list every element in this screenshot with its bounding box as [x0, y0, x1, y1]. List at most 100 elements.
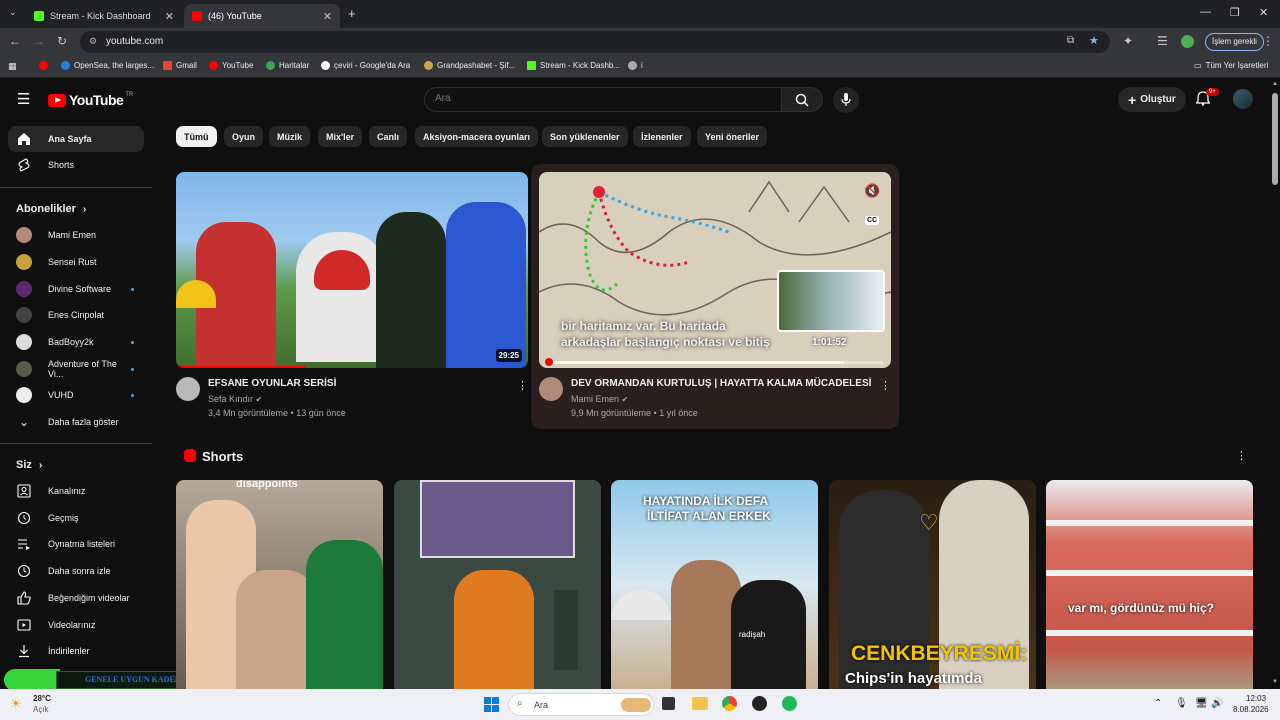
sidebar-item-shorts[interactable]: Shorts [8, 152, 144, 178]
subscriptions-heading[interactable]: Abonelikler › [16, 203, 86, 215]
video-channel[interactable]: Mami Emen ✔ [571, 394, 628, 404]
tab-youtube[interactable]: (46) YouTube ✕ [184, 4, 340, 28]
tray-overflow-icon[interactable]: ⌃ [1154, 698, 1162, 709]
taskbar-search[interactable]: ⌕ Ara [508, 693, 654, 716]
sidebar-item-liked-videos[interactable]: Beğendiğim videolar [8, 585, 144, 611]
video-menu-icon[interactable]: ⋮ [880, 379, 891, 392]
forward-icon[interactable]: → [33, 34, 45, 48]
volume-icon[interactable]: 🔊 [1211, 698, 1223, 709]
chip-gaming[interactable]: Oyun [224, 126, 264, 147]
sidebar-item-watch-later[interactable]: Daha sonra izle [8, 558, 144, 584]
bookmark-translate[interactable]: çeviri - Google'da Ara [321, 61, 410, 70]
bookmark-opensea[interactable]: OpenSea, the larges... [61, 61, 154, 70]
profile-action-chip[interactable]: İşlem gerekli [1205, 33, 1264, 51]
chip-action-adventure[interactable]: Aksiyon-macera oyunları [415, 126, 539, 147]
you-heading[interactable]: Siz › [16, 459, 42, 471]
bookmark-page[interactable]: i [628, 61, 643, 70]
shorts-menu-icon[interactable]: ⋮ [1236, 449, 1247, 462]
sidebar-show-more[interactable]: ⌄ Daha fazla göster [8, 409, 144, 435]
create-button[interactable]: + Oluştur [1118, 87, 1186, 112]
short-card-3[interactable]: HAYATINDA İLK DEFA İLTİFAT ALAN ERKEK ra… [611, 480, 818, 690]
mute-icon[interactable]: 🔇 [864, 183, 880, 199]
sidebar-sub-mami-emen[interactable]: Mami Emen [8, 222, 144, 248]
sidebar-sub-vuhd[interactable]: VUHD [8, 382, 144, 408]
sidebar-item-home[interactable]: Ana Sayfa [8, 126, 144, 152]
video-menu-icon[interactable]: ⋮ [517, 379, 528, 392]
back-icon[interactable]: ← [9, 34, 21, 48]
close-icon[interactable]: ✕ [165, 10, 174, 23]
apps-grid-icon[interactable]: ▦ [8, 61, 17, 72]
address-bar[interactable]: ⚙ youtube.com ⧉ ★ [80, 31, 1110, 53]
task-view-icon[interactable] [662, 697, 675, 710]
video-preview-player[interactable]: 1:01:52 bir haritamız var. Bu haritada a… [539, 172, 891, 368]
scrollbar-thumb[interactable] [1272, 93, 1278, 185]
bookmark-maps[interactable]: Haritalar [266, 61, 309, 70]
sidebar-sub-badboyy2k[interactable]: BadBoyy2k [8, 329, 144, 355]
bookmark-youtube[interactable] [39, 61, 52, 70]
closed-captions-button[interactable]: CC [865, 216, 880, 225]
weather-temperature[interactable]: 28°C [33, 694, 51, 703]
search-input[interactable] [435, 93, 765, 104]
sidebar-item-downloads[interactable]: İndirilenler [8, 638, 144, 664]
video-thumbnail-efsane[interactable]: 29:25 [176, 172, 528, 368]
chip-new-to-you[interactable]: Yeni öneriler [697, 126, 768, 147]
guide-menu-icon[interactable]: ☰ [17, 90, 30, 108]
browser-menu-icon[interactable]: ⋮ [1262, 34, 1274, 48]
sidebar-item-your-videos[interactable]: Videolarınız [8, 612, 144, 638]
tab-search-chevron-icon[interactable]: ⌄ [9, 7, 17, 18]
sidebar-item-history[interactable]: Geçmiş [8, 505, 144, 531]
bookmark-youtube-2[interactable]: YouTube [209, 61, 253, 70]
bookmark-star-icon[interactable]: ★ [1089, 34, 1099, 47]
minimize-icon[interactable]: — [1200, 6, 1211, 18]
microphone-icon[interactable]: 🎙 [1175, 698, 1188, 709]
bookmark-kick[interactable]: Stream - Kick Dashb... [527, 61, 620, 70]
channel-avatar-sefa[interactable] [176, 377, 200, 401]
tab-kick-dashboard[interactable]: Stream - Kick Dashboard ✕ [26, 4, 182, 28]
chip-live[interactable]: Canlı [369, 126, 408, 147]
chrome-icon[interactable] [722, 696, 737, 711]
sidebar-item-playlists[interactable]: Oynatma listeleri [8, 531, 144, 557]
channel-avatar-mami[interactable] [539, 377, 563, 401]
network-icon[interactable]: 🖥 [1195, 698, 1208, 709]
video-channel[interactable]: Sefa Kındır ✔ [208, 394, 262, 404]
extensions-icon[interactable]: ✦ [1123, 34, 1133, 48]
sidebar-sub-enes-cinpolat[interactable]: Enes Cinpolat [8, 302, 144, 328]
install-app-icon[interactable]: ⧉ [1067, 35, 1074, 46]
short-card-2[interactable] [394, 480, 601, 690]
clock-time[interactable]: 12:03 [1246, 694, 1266, 703]
chip-all[interactable]: Tümü [176, 126, 217, 147]
file-explorer-icon[interactable] [692, 697, 708, 710]
sidebar-sub-adventure[interactable]: Adventure of The Vi... [8, 356, 144, 382]
account-avatar[interactable] [1233, 89, 1253, 109]
restore-icon[interactable]: ❐ [1230, 6, 1240, 19]
chip-mixes[interactable]: Mix'ler [318, 126, 363, 147]
page-scrollbar[interactable]: ▲ ▼ [1270, 79, 1280, 690]
voice-search-button[interactable] [833, 87, 859, 113]
site-info-icon[interactable]: ⚙ [89, 36, 97, 47]
profile-avatar-icon[interactable] [1181, 35, 1194, 48]
close-icon[interactable]: ✕ [323, 10, 332, 23]
bookmark-grandpashabet[interactable]: Grandpashabet - Şif... [424, 61, 515, 70]
video-title[interactable]: EFSANE OYUNLAR SERİSİ [208, 378, 336, 389]
short-card-4[interactable]: ♡ CENKBEYRESMİ: Chips'in hayatımda [829, 480, 1036, 690]
new-tab-button[interactable]: + [348, 6, 356, 21]
short-card-5[interactable]: var mı, gördünüz mü hiç? [1046, 480, 1253, 690]
sidebar-item-your-channel[interactable]: Kanalınız [8, 478, 144, 504]
chip-music[interactable]: Müzik [269, 126, 311, 147]
sidebar-sub-sensei-rust[interactable]: Sensei Rust [8, 249, 144, 275]
chip-watched[interactable]: İzlenenler [633, 126, 691, 147]
media-controls-icon[interactable]: ☰ [1157, 34, 1168, 48]
sidebar-sub-divine-software[interactable]: Divine Software [8, 276, 144, 302]
scroll-down-icon[interactable]: ▼ [1272, 679, 1278, 685]
video-title[interactable]: DEV ORMANDAN KURTULUŞ | HAYATTA KALMA MÜ… [571, 378, 871, 389]
bookmark-gmail[interactable]: Gmail [163, 61, 197, 70]
reload-icon[interactable]: ↻ [57, 34, 67, 48]
preview-progress-handle[interactable] [545, 358, 553, 366]
youtube-logo[interactable]: YouTube TR [48, 92, 133, 108]
short-card-1[interactable]: disappoints [176, 480, 383, 690]
windows-start-icon[interactable] [484, 697, 499, 712]
search-button[interactable] [781, 87, 823, 112]
window-close-icon[interactable]: ✕ [1259, 6, 1268, 19]
obs-icon[interactable] [752, 696, 767, 711]
all-bookmarks-folder[interactable]: ▭ Tüm Yer İşaretleri [1194, 61, 1268, 70]
